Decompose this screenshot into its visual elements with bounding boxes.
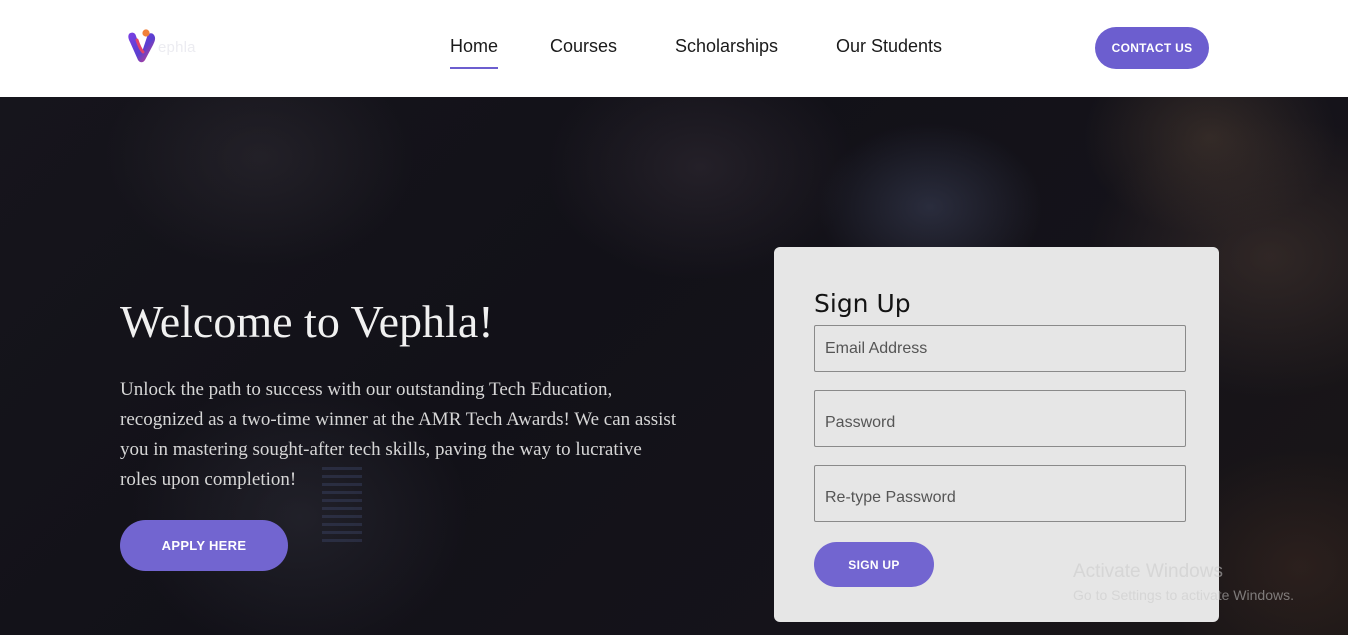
hero-section: Welcome to Vephla! Unlock the path to su… [0,97,1348,635]
signup-form: Sign Up SIGN UP [774,247,1219,622]
nav-item-home[interactable]: Home [450,36,499,69]
nav-item-our-students[interactable]: Our Students [836,36,942,57]
apply-here-button[interactable]: APPLY HERE [120,520,288,571]
nav-item-courses[interactable]: Courses [550,36,617,57]
hero-description: Unlock the path to success with our outs… [120,379,677,490]
site-header: ephla Home Courses Scholarships Our Stud… [0,0,1348,97]
retype-password-field[interactable] [814,465,1186,522]
contact-us-button[interactable]: CONTACT US [1095,27,1209,69]
password-field[interactable] [814,390,1186,447]
sign-up-button[interactable]: SIGN UP [814,542,934,587]
nav-item-scholarships[interactable]: Scholarships [675,36,778,57]
hero-title: Welcome to Vephla! [120,296,494,347]
signup-title: Sign Up [814,289,911,318]
email-field[interactable] [814,325,1186,372]
